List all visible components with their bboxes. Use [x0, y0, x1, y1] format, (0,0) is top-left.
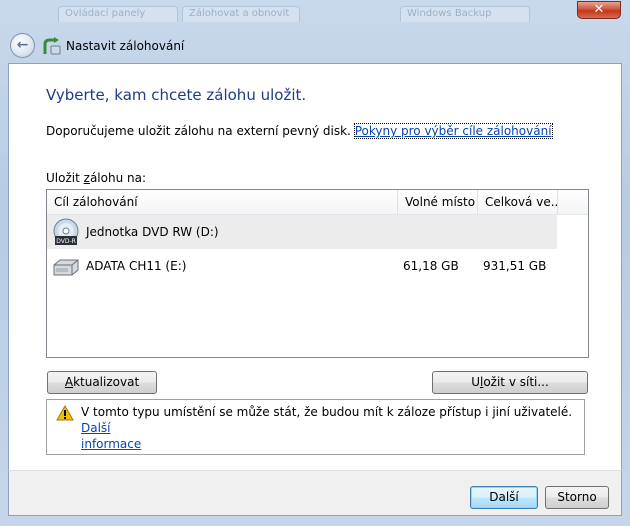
close-button[interactable]: ✕: [577, 1, 621, 19]
warning-icon: [56, 405, 74, 421]
background-tab: Zálohovat a obnovit: [182, 6, 300, 22]
network-label-prefix: U: [471, 375, 480, 389]
list-header: Cíl zálohování Volné místo Celková ve...: [47, 190, 588, 215]
warning-text: V tomto typu umístění se může stát, že b…: [81, 405, 573, 419]
hard-drive-icon: [53, 259, 79, 276]
save-to-label: Uložit zálohu na:: [46, 171, 146, 185]
destination-name: Jednotka DVD RW (D:): [86, 225, 219, 239]
more-info-link[interactable]: Další: [81, 421, 111, 435]
refresh-button[interactable]: Aktualizovat: [47, 371, 157, 394]
refresh-accel: A: [64, 375, 74, 389]
page-heading: Vyberte, kam chcete zálohu uložit.: [46, 86, 307, 104]
recommendation-text: Doporučujeme uložit zálohu na externí pe…: [46, 123, 553, 139]
more-info-link-continued[interactable]: informace: [81, 437, 141, 451]
network-label-rest: ožit v síti...: [483, 375, 549, 389]
dvd-drive-icon: DVD-R: [53, 218, 79, 245]
list-item[interactable]: ADATA CH11 (E:) 61,18 GB 931,51 GB: [47, 249, 588, 283]
warning-message: V tomto typu umístění se může stát, že b…: [81, 404, 575, 452]
save-to-label-rest: álohu na:: [89, 171, 146, 185]
warning-box: V tomto typu umístění se může stát, že b…: [46, 399, 585, 455]
next-button[interactable]: Další: [470, 486, 538, 509]
background-window-tabs: Ovládací panely Zálohovat a obnovit Wind…: [0, 0, 630, 28]
window-title: Nastavit zálohování: [66, 39, 185, 53]
free-space-value: 61,18 GB: [403, 259, 459, 273]
backup-icon: [43, 37, 61, 55]
guide-link[interactable]: Pokyny pro výběr cíle zálohování: [353, 123, 553, 139]
column-header-total-size[interactable]: Celková ve...: [478, 190, 558, 214]
refresh-label: ktualizovat: [73, 375, 140, 389]
total-size-value: 931,51 GB: [483, 259, 547, 273]
background-tab: Windows Backup: [400, 6, 530, 22]
navigation-bar: ← Nastavit zálohování: [0, 30, 630, 62]
column-header-free-space[interactable]: Volné místo: [398, 190, 478, 214]
destination-name: ADATA CH11 (E:): [86, 259, 187, 273]
back-arrow-icon: ←: [16, 37, 29, 53]
background-tab: Ovládací panely: [58, 6, 178, 22]
list-item[interactable]: DVD-R Jednotka DVD RW (D:): [47, 215, 557, 249]
backup-destination-list[interactable]: Cíl zálohování Volné místo Celková ve...…: [46, 189, 589, 358]
save-on-network-button[interactable]: Uložit v síti...: [432, 371, 588, 394]
svg-text:DVD-R: DVD-R: [56, 238, 76, 245]
back-button[interactable]: ←: [10, 33, 35, 58]
save-to-label-prefix: Uložit: [46, 171, 84, 185]
cancel-button[interactable]: Storno: [545, 486, 609, 509]
recommendation-label: Doporučujeme uložit zálohu na externí pe…: [46, 124, 351, 138]
column-header-destination[interactable]: Cíl zálohování: [47, 190, 398, 214]
